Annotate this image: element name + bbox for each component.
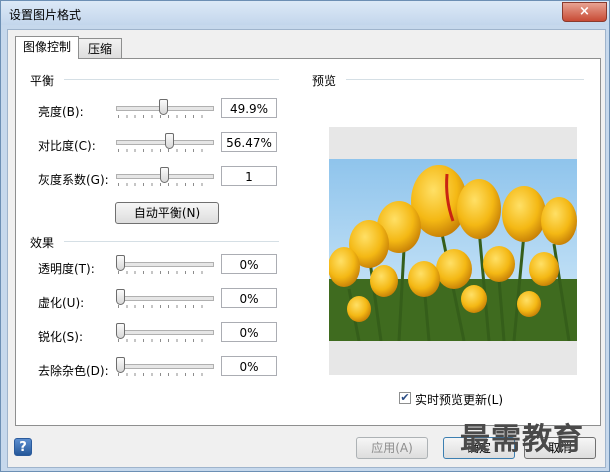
watermark-text: 最需教育 xyxy=(460,422,584,457)
tab-compress[interactable]: 压缩 xyxy=(78,38,122,59)
window-title: 设置图片格式 xyxy=(9,8,82,22)
transparency-value[interactable]: 0% xyxy=(221,254,277,274)
contrast-slider[interactable] xyxy=(116,133,214,155)
brightness-value[interactable]: 49.9% xyxy=(221,98,277,118)
title-bar: 设置图片格式 × xyxy=(1,1,609,25)
brightness-slider[interactable] xyxy=(116,99,214,121)
auto-balance-button[interactable]: 自动平衡(N) xyxy=(115,202,219,224)
dialog-window: 设置图片格式 × 图像控制 压缩 平衡 亮度(B): 49.9% 对比度(C):… xyxy=(0,0,610,472)
tab-image-control[interactable]: 图像控制 xyxy=(15,36,79,59)
slider-thumb[interactable] xyxy=(159,167,169,183)
gamma-value[interactable]: 1 xyxy=(221,166,277,186)
slider-thumb[interactable] xyxy=(116,323,125,339)
brightness-label: 亮度(B): xyxy=(38,105,84,119)
live-preview-label: 实时预览更新(L) xyxy=(415,393,504,407)
contrast-label: 对比度(C): xyxy=(38,139,96,153)
close-icon: × xyxy=(579,4,590,19)
blur-slider[interactable] xyxy=(116,289,214,311)
slider-thumb[interactable] xyxy=(165,133,175,149)
transparency-label: 透明度(T): xyxy=(38,262,95,276)
divider xyxy=(346,79,584,80)
preview-area xyxy=(329,127,577,375)
transparency-slider[interactable] xyxy=(116,255,214,277)
slider-thumb[interactable] xyxy=(116,357,125,373)
contrast-value[interactable]: 56.47% xyxy=(221,132,277,152)
gamma-label: 灰度系数(G): xyxy=(38,173,109,187)
sharpen-slider[interactable] xyxy=(116,323,214,345)
section-preview: 预览 xyxy=(312,74,337,88)
help-button[interactable]: ? xyxy=(14,438,32,456)
checkmark-icon: ✔ xyxy=(400,391,410,404)
tulip-preview-image xyxy=(329,159,577,341)
sharpen-value[interactable]: 0% xyxy=(221,322,277,342)
slider-thumb[interactable] xyxy=(116,289,125,305)
section-balance: 平衡 xyxy=(30,74,55,88)
divider xyxy=(64,79,279,80)
denoise-slider[interactable] xyxy=(116,357,214,379)
blur-label: 虚化(U): xyxy=(38,296,85,310)
dialog-body: 图像控制 压缩 平衡 亮度(B): 49.9% 对比度(C): 56.47% 灰… xyxy=(7,29,606,468)
help-icon: ? xyxy=(19,440,27,455)
gamma-slider[interactable] xyxy=(116,167,214,189)
denoise-value[interactable]: 0% xyxy=(221,356,277,376)
blur-value[interactable]: 0% xyxy=(221,288,277,308)
sharpen-label: 锐化(S): xyxy=(38,330,84,344)
slider-thumb[interactable] xyxy=(116,255,125,271)
section-effects: 效果 xyxy=(30,236,55,250)
slider-thumb[interactable] xyxy=(159,99,169,115)
apply-button[interactable]: 应用(A) xyxy=(356,437,428,459)
divider xyxy=(64,241,279,242)
live-preview-checkbox[interactable]: ✔ xyxy=(399,392,411,404)
close-button[interactable]: × xyxy=(562,2,607,22)
tab-panel: 平衡 亮度(B): 49.9% 对比度(C): 56.47% 灰度系数(G): … xyxy=(15,58,601,426)
denoise-label: 去除杂色(D): xyxy=(38,364,109,378)
